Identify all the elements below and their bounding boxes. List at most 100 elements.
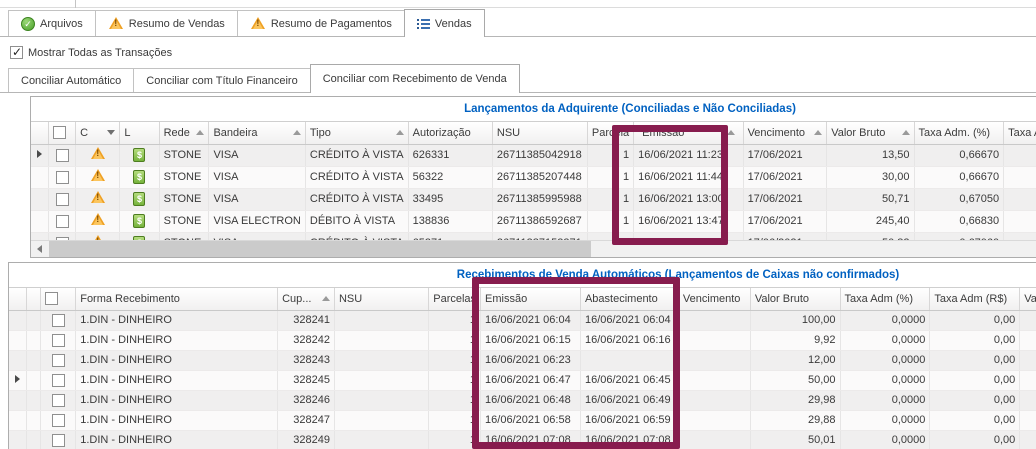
col-header-nsu[interactable]: NSU xyxy=(334,288,428,310)
row-select[interactable] xyxy=(41,410,76,430)
row-select[interactable] xyxy=(41,390,76,410)
cell-emissao: 16/06/2021 07:08 xyxy=(481,430,581,449)
col-header-emissao[interactable]: Emissão xyxy=(481,288,581,310)
row-checkbox[interactable] xyxy=(56,171,69,184)
cell-nsu: 26711385207448 xyxy=(492,166,587,188)
row-select[interactable] xyxy=(49,210,76,232)
cell-forma: 1.DIN - DINHEIRO xyxy=(76,330,278,350)
row-checkbox[interactable] xyxy=(56,193,69,206)
col-header-vencimento[interactable]: Vencimento xyxy=(678,288,750,310)
scroll-left-button[interactable] xyxy=(31,241,48,257)
cell-autorizacao: 138836 xyxy=(408,210,492,232)
receipts-row-2[interactable]: 1.DIN - DINHEIRO 328243 1 16/06/2021 06:… xyxy=(9,350,1036,370)
tab-arquivos[interactable]: ✓ Arquivos xyxy=(8,10,96,36)
cell-valor-bruto: 30,00 xyxy=(827,166,914,188)
row-select[interactable] xyxy=(41,370,76,390)
cell-cupom: 328242 xyxy=(278,330,335,350)
row-select[interactable] xyxy=(41,430,76,449)
select-all-header[interactable] xyxy=(49,122,76,144)
cell-taxa-adm-pct: 0,0000 xyxy=(840,370,930,390)
row-select[interactable] xyxy=(41,330,76,350)
receipts-row-1[interactable]: 1.DIN - DINHEIRO 328242 1 16/06/2021 06:… xyxy=(9,330,1036,350)
col-header-parcela[interactable]: Parcela xyxy=(587,122,633,144)
show-all-checkbox[interactable] xyxy=(10,46,23,59)
subtab-conciliar-automatico[interactable]: Conciliar Automático xyxy=(8,68,134,92)
cell-emissao: 16/06/2021 06:04 xyxy=(481,310,581,330)
row-select[interactable] xyxy=(49,166,76,188)
tab-vendas[interactable]: Vendas xyxy=(404,9,485,37)
cell-valor-bruto: 12,00 xyxy=(750,350,840,370)
receipts-row-3[interactable]: 1.DIN - DINHEIRO 328245 1 16/06/2021 06:… xyxy=(9,370,1036,390)
row-checkbox[interactable] xyxy=(52,414,65,427)
col-header-abastecimento[interactable]: Abastecimento xyxy=(580,288,678,310)
col-header-valor-bruto[interactable]: Valor Bruto xyxy=(827,122,914,144)
acquirer-row-2[interactable]: ! $ STONE VISA CRÉDITO À VISTA 33495 267… xyxy=(31,188,1036,210)
subtab-conciliar-titulo-financeiro[interactable]: Conciliar com Título Financeiro xyxy=(133,68,310,92)
col-header-taxa-adm-rs[interactable]: Taxa Adm (R$) xyxy=(930,288,1020,310)
col-header-forma[interactable]: Forma Recebimento xyxy=(76,288,278,310)
acquirer-row-3[interactable]: ! $ STONE VISA ELECTRON DÉBITO À VISTA 1… xyxy=(31,210,1036,232)
subtab-conciliar-recebimento-venda[interactable]: Conciliar com Recebimento de Venda xyxy=(310,64,520,93)
col-header-c[interactable]: C xyxy=(76,122,120,144)
col-header-taxa-adm-rs[interactable]: Taxa Adm. (R$) xyxy=(1004,122,1036,144)
row-checkbox[interactable] xyxy=(52,314,65,327)
acquirer-row-1[interactable]: ! $ STONE VISA CRÉDITO À VISTA 56322 267… xyxy=(31,166,1036,188)
cell-c: ! xyxy=(76,188,120,210)
row-select[interactable] xyxy=(49,144,76,166)
select-all-header[interactable] xyxy=(41,288,76,310)
row-checkbox[interactable] xyxy=(56,215,69,228)
row-checkbox[interactable] xyxy=(52,434,65,447)
col-header-l[interactable]: L xyxy=(120,122,159,144)
receipts-row-0[interactable]: 1.DIN - DINHEIRO 328241 1 16/06/2021 06:… xyxy=(9,310,1036,330)
row-checkbox[interactable] xyxy=(52,394,65,407)
row-checkbox[interactable] xyxy=(52,354,65,367)
cell-parcelas: 1 xyxy=(429,330,481,350)
horizontal-scrollbar[interactable] xyxy=(31,240,1036,257)
tab-resumo-de-pagamentos[interactable]: ! Resumo de Pagamentos xyxy=(237,10,405,36)
row-indicator xyxy=(9,410,27,430)
acquirer-row-0[interactable]: ! $ STONE VISA CRÉDITO À VISTA 626331 26… xyxy=(31,144,1036,166)
warning-icon: ! xyxy=(90,147,106,160)
row-checkbox[interactable] xyxy=(52,374,65,387)
tab-resumo-de-vendas[interactable]: ! Resumo de Vendas xyxy=(95,10,238,36)
acquirer-grid-title: Lançamentos da Adquirente (Conciliadas e… xyxy=(31,97,1036,122)
cell-emissao: 16/06/2021 06:58 xyxy=(481,410,581,430)
col-header-nsu[interactable]: NSU xyxy=(492,122,587,144)
cell-vencimento xyxy=(678,390,750,410)
col-header-valor-bruto[interactable]: Valor Bruto xyxy=(750,288,840,310)
cell-abastecimento: 16/06/2021 06:04 xyxy=(580,310,678,330)
sub-tabstrip: Conciliar Automático Conciliar com Títul… xyxy=(0,64,1036,93)
col-header-taxa-adm-pct[interactable]: Taxa Adm. (%) xyxy=(914,122,1004,144)
scrollbar-thumb[interactable] xyxy=(49,241,591,257)
select-all-checkbox[interactable] xyxy=(53,126,66,139)
row-indicator xyxy=(9,350,27,370)
col-header-emissao[interactable]: Emissão xyxy=(634,122,743,144)
col-header-rede[interactable]: Rede xyxy=(159,122,209,144)
row-checkbox[interactable] xyxy=(52,334,65,347)
row-select[interactable] xyxy=(41,350,76,370)
warning-icon: ! xyxy=(250,17,266,30)
receipts-row-5[interactable]: 1.DIN - DINHEIRO 328247 1 16/06/2021 06:… xyxy=(9,410,1036,430)
cell-valor-bruto: 50,71 xyxy=(827,188,914,210)
row-select[interactable] xyxy=(49,188,76,210)
cell-taxa-adm-rs: 0,00 xyxy=(930,390,1020,410)
row-checkbox[interactable] xyxy=(56,149,69,162)
cell-l: $ xyxy=(120,144,159,166)
col-header-vencimento[interactable]: Vencimento xyxy=(743,122,827,144)
cell-cupom: 328246 xyxy=(278,390,335,410)
col-header-taxa-adm-pct[interactable]: Taxa Adm (%) xyxy=(840,288,930,310)
cell-abastecimento xyxy=(580,350,678,370)
receipts-row-4[interactable]: 1.DIN - DINHEIRO 328246 1 16/06/2021 06:… xyxy=(9,390,1036,410)
col-header-valor[interactable]: Valor xyxy=(1020,288,1036,310)
col-header-tipo[interactable]: Tipo xyxy=(305,122,408,144)
col-header-autorizacao[interactable]: Autorização xyxy=(408,122,492,144)
receipts-row-6[interactable]: 1.DIN - DINHEIRO 328249 1 16/06/2021 07:… xyxy=(9,430,1036,449)
col-header-parcelas[interactable]: Parcelas xyxy=(429,288,481,310)
cell-l: $ xyxy=(120,166,159,188)
filter-down-icon[interactable] xyxy=(107,130,115,135)
col-header-bandeira[interactable]: Bandeira xyxy=(209,122,305,144)
cell-nsu: 26711385995988 xyxy=(492,188,587,210)
row-select[interactable] xyxy=(41,310,76,330)
select-all-checkbox[interactable] xyxy=(45,292,58,305)
col-header-cupom[interactable]: Cup... xyxy=(278,288,335,310)
